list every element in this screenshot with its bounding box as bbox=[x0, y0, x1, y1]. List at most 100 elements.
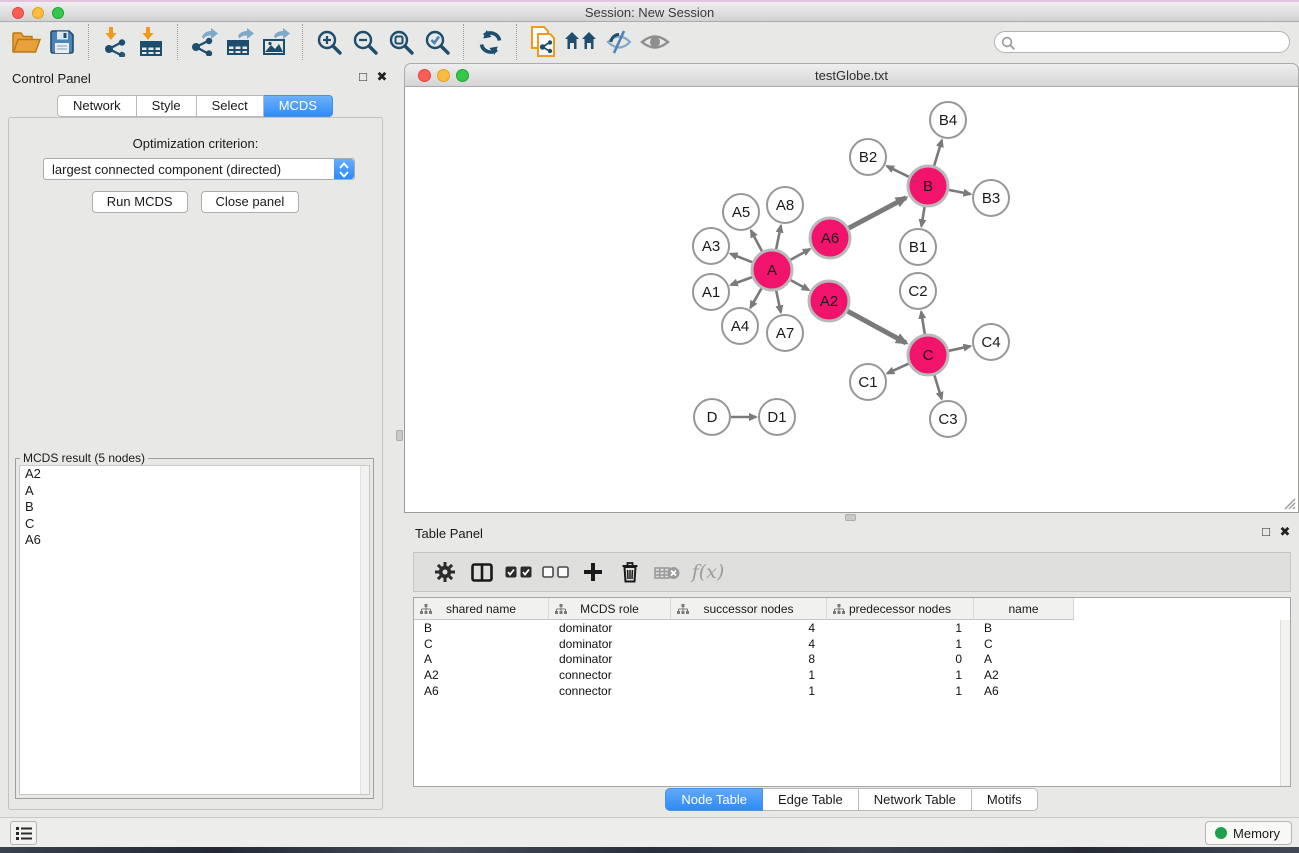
delete-table-icon[interactable] bbox=[648, 555, 685, 589]
close-table-panel-icon[interactable]: ✖ bbox=[1277, 524, 1293, 540]
graph-edge-A-A8[interactable] bbox=[776, 226, 781, 250]
optimization-criterion-dropdown[interactable]: largest connected component (directed) bbox=[43, 158, 355, 180]
graph-node-B1[interactable]: B1 bbox=[900, 229, 936, 265]
graph-node-B2[interactable]: B2 bbox=[850, 139, 886, 175]
graph-node-C[interactable]: C bbox=[908, 335, 948, 375]
table-cell[interactable]: C bbox=[414, 637, 549, 653]
settings-gear-icon[interactable] bbox=[426, 555, 463, 589]
mcds-result-item[interactable]: B bbox=[20, 499, 369, 516]
table-cell[interactable]: C bbox=[974, 637, 1074, 653]
mcds-result-item[interactable]: A6 bbox=[20, 532, 369, 549]
table-cell[interactable]: dominator bbox=[549, 637, 671, 653]
graph-node-C4[interactable]: C4 bbox=[973, 324, 1009, 360]
export-table-icon[interactable] bbox=[222, 25, 258, 59]
graph-node-A3[interactable]: A3 bbox=[693, 228, 729, 264]
table-cell[interactable]: connector bbox=[549, 668, 671, 684]
table-row[interactable]: Cdominator41C bbox=[414, 637, 1280, 653]
graph-node-D1[interactable]: D1 bbox=[759, 399, 795, 435]
graph-edge-B-B4[interactable] bbox=[934, 140, 942, 166]
save-icon[interactable] bbox=[44, 25, 80, 59]
graph-node-A1[interactable]: A1 bbox=[693, 274, 729, 310]
table-cell[interactable]: 4 bbox=[671, 637, 827, 653]
graph-edge-C-C3[interactable] bbox=[934, 375, 941, 399]
graph-node-A7[interactable]: A7 bbox=[767, 315, 803, 351]
graph-edge-B-B2[interactable] bbox=[887, 166, 909, 177]
table-row[interactable]: Adominator80A bbox=[414, 652, 1280, 668]
resize-grip-icon[interactable] bbox=[1282, 496, 1296, 510]
table-cell[interactable]: 1 bbox=[827, 668, 974, 684]
search-input[interactable] bbox=[1019, 33, 1281, 51]
clone-network-icon[interactable] bbox=[525, 25, 561, 59]
graph-node-B[interactable]: B bbox=[908, 166, 948, 206]
tab-style[interactable]: Style bbox=[137, 95, 197, 117]
table-row[interactable]: Bdominator41B bbox=[414, 621, 1280, 637]
columns-icon[interactable] bbox=[463, 555, 500, 589]
horizontal-split-grip[interactable] bbox=[845, 514, 856, 521]
memory-button[interactable]: Memory bbox=[1205, 821, 1292, 845]
delete-icon[interactable] bbox=[611, 555, 648, 589]
zoom-fit-icon[interactable] bbox=[383, 25, 419, 59]
graph-node-D[interactable]: D bbox=[694, 399, 730, 435]
table-cell[interactable]: dominator bbox=[549, 621, 671, 637]
export-network-icon[interactable] bbox=[186, 25, 222, 59]
graph-edge-A-A6[interactable] bbox=[790, 249, 810, 260]
graph-node-C3[interactable]: C3 bbox=[930, 401, 966, 437]
tab-network[interactable]: Network bbox=[57, 95, 137, 117]
table-cell[interactable]: A6 bbox=[974, 684, 1074, 700]
select-all-checks-icon[interactable] bbox=[500, 555, 537, 589]
tab-motifs[interactable]: Motifs bbox=[972, 788, 1038, 811]
column-header-name[interactable]: name bbox=[974, 598, 1074, 620]
table-cell[interactable]: 4 bbox=[671, 621, 827, 637]
graph-edge-C-C1[interactable] bbox=[887, 364, 909, 374]
table-cell[interactable]: A2 bbox=[414, 668, 549, 684]
graph-node-C2[interactable]: C2 bbox=[900, 273, 936, 309]
table-cell[interactable]: 8 bbox=[671, 652, 827, 668]
refresh-icon[interactable] bbox=[472, 25, 508, 59]
column-header-successor-nodes[interactable]: successor nodes bbox=[671, 598, 827, 620]
table-cell[interactable]: 1 bbox=[827, 684, 974, 700]
graph-node-A5[interactable]: A5 bbox=[723, 194, 759, 230]
graph-node-A[interactable]: A bbox=[752, 250, 792, 290]
graph-edge-A2-C[interactable] bbox=[847, 311, 906, 343]
graph-edge-B-B1[interactable] bbox=[921, 207, 924, 227]
graph-node-B4[interactable]: B4 bbox=[930, 102, 966, 138]
table-row[interactable]: A2connector11A2 bbox=[414, 668, 1280, 684]
graph-edge-C-C4[interactable] bbox=[949, 346, 971, 351]
result-list-scrollbar[interactable] bbox=[360, 466, 369, 794]
table-cell[interactable]: 0 bbox=[827, 652, 974, 668]
graph-node-B3[interactable]: B3 bbox=[973, 180, 1009, 216]
import-network-icon[interactable] bbox=[97, 25, 133, 59]
table-cell[interactable]: B bbox=[414, 621, 549, 637]
graph-edge-A-A1[interactable] bbox=[731, 277, 752, 285]
graph-edge-C-C2[interactable] bbox=[921, 312, 925, 335]
export-image-icon[interactable] bbox=[258, 25, 294, 59]
mcds-result-item[interactable]: C bbox=[20, 516, 369, 533]
column-header-MCDS-role[interactable]: MCDS role bbox=[549, 598, 671, 620]
zoom-in-icon[interactable] bbox=[311, 25, 347, 59]
table-scrollbar[interactable] bbox=[1280, 620, 1290, 786]
graph-node-C1[interactable]: C1 bbox=[850, 364, 886, 400]
graph-edge-A-A2[interactable] bbox=[790, 280, 808, 290]
table-cell[interactable]: 1 bbox=[827, 637, 974, 653]
tab-network-table[interactable]: Network Table bbox=[859, 788, 972, 811]
graph-node-A6[interactable]: A6 bbox=[810, 218, 850, 258]
table-cell[interactable]: 1 bbox=[671, 684, 827, 700]
tab-mcds[interactable]: MCDS bbox=[264, 95, 333, 117]
mcds-result-item[interactable]: A bbox=[20, 483, 369, 500]
open-file-icon[interactable] bbox=[8, 25, 44, 59]
float-table-panel-icon[interactable]: □ bbox=[1258, 524, 1274, 539]
table-cell[interactable]: 1 bbox=[671, 668, 827, 684]
import-table-icon[interactable] bbox=[133, 25, 169, 59]
show-eye-icon[interactable] bbox=[637, 25, 673, 59]
network-window-titlebar[interactable]: testGlobe.txt bbox=[404, 63, 1299, 87]
graph-edge-A-A5[interactable] bbox=[751, 231, 762, 252]
tab-node-table[interactable]: Node Table bbox=[665, 788, 763, 811]
table-cell[interactable]: A6 bbox=[414, 684, 549, 700]
close-panel-button[interactable]: Close panel bbox=[201, 191, 300, 213]
column-header-predecessor-nodes[interactable]: predecessor nodes bbox=[827, 598, 974, 620]
run-mcds-button[interactable]: Run MCDS bbox=[92, 191, 188, 213]
home-layout-icon[interactable] bbox=[561, 25, 601, 59]
mcds-result-item[interactable]: A2 bbox=[20, 466, 369, 483]
network-canvas[interactable]: AA1A2A3A4A5A6A7A8BB1B2B3B4CC1C2C3C4DD1 bbox=[404, 87, 1299, 513]
table-cell[interactable]: dominator bbox=[549, 652, 671, 668]
